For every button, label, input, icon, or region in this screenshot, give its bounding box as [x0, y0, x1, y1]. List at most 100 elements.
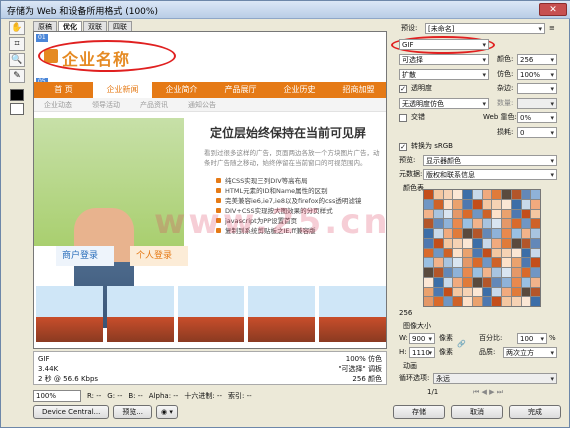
- personal-login-button[interactable]: 个人登录: [130, 246, 188, 266]
- color-swatch[interactable]: [463, 248, 472, 258]
- color-swatch[interactable]: [492, 277, 501, 287]
- color-swatch[interactable]: [511, 258, 521, 267]
- color-swatch[interactable]: [492, 238, 501, 248]
- color-swatch[interactable]: [521, 190, 531, 199]
- color-swatch[interactable]: [482, 238, 492, 248]
- loop-select[interactable]: 永远: [433, 373, 557, 384]
- color-swatch[interactable]: [424, 268, 433, 277]
- subnav-item[interactable]: 企业动态: [34, 98, 82, 111]
- color-swatch[interactable]: [463, 199, 472, 209]
- color-swatch[interactable]: [443, 229, 453, 238]
- color-swatch[interactable]: [453, 238, 462, 248]
- color-swatch[interactable]: [482, 190, 492, 199]
- color-swatch[interactable]: [443, 258, 453, 267]
- color-swatch[interactable]: [502, 219, 511, 228]
- color-swatch[interactable]: [492, 219, 501, 228]
- color-swatch[interactable]: [482, 199, 492, 209]
- color-swatch[interactable]: [424, 209, 433, 219]
- zoom-tool-icon[interactable]: 🔍: [9, 53, 25, 67]
- color-swatch[interactable]: [502, 229, 511, 238]
- color-swatch[interactable]: [453, 277, 462, 287]
- tab-4up[interactable]: 四联: [108, 21, 132, 31]
- preview-button[interactable]: 预览...: [113, 405, 153, 419]
- transparency-checkbox[interactable]: ✓: [399, 85, 407, 93]
- color-swatch[interactable]: [511, 248, 521, 258]
- quality-select[interactable]: 两次立方: [503, 347, 557, 358]
- color-swatch[interactable]: [502, 277, 511, 287]
- color-swatch[interactable]: [502, 268, 511, 277]
- color-swatch[interactable]: [492, 287, 501, 297]
- color-swatch[interactable]: [521, 258, 531, 267]
- color-swatch[interactable]: [463, 287, 472, 297]
- color-swatch[interactable]: [472, 268, 482, 277]
- format-select[interactable]: GIF: [399, 39, 489, 50]
- eyedropper-tool-icon[interactable]: ✎: [9, 69, 25, 83]
- nav-item-about[interactable]: 企业简介: [152, 82, 211, 98]
- tab-2up[interactable]: 双联: [83, 21, 107, 31]
- color-swatch[interactable]: [531, 258, 540, 267]
- color-swatch[interactable]: [433, 199, 443, 209]
- color-swatch[interactable]: [433, 248, 443, 258]
- nav-item-products[interactable]: 产品展厅: [211, 82, 270, 98]
- transparency-dither-select[interactable]: 无透明度仿色: [399, 98, 489, 109]
- color-swatch[interactable]: [531, 287, 540, 297]
- save-button[interactable]: 存储: [393, 405, 445, 419]
- width-input[interactable]: 900: [409, 333, 435, 344]
- color-swatch[interactable]: [424, 190, 433, 199]
- color-swatch[interactable]: [492, 297, 501, 306]
- playback-controls-icon[interactable]: ⏮ ◀ ▶ ⏭: [473, 387, 503, 398]
- color-swatch[interactable]: [502, 199, 511, 209]
- color-swatch[interactable]: [482, 219, 492, 228]
- eyedropper-color-swatch[interactable]: [10, 89, 24, 101]
- color-swatch[interactable]: [531, 238, 540, 248]
- color-swatch[interactable]: [443, 219, 453, 228]
- color-swatch[interactable]: [492, 209, 501, 219]
- color-swatch[interactable]: [424, 199, 433, 209]
- color-swatch[interactable]: [433, 287, 443, 297]
- color-swatch[interactable]: [531, 268, 540, 277]
- color-swatch[interactable]: [433, 258, 443, 267]
- color-swatch[interactable]: [531, 209, 540, 219]
- color-swatch[interactable]: [502, 297, 511, 306]
- matte-select[interactable]: [517, 83, 557, 94]
- interlaced-checkbox[interactable]: [399, 114, 407, 122]
- slice-select-tool-icon[interactable]: ⌗: [9, 37, 25, 51]
- color-swatch[interactable]: [443, 209, 453, 219]
- panel-menu-icon[interactable]: ≡: [549, 23, 555, 34]
- cancel-button[interactable]: 取消: [451, 405, 503, 419]
- color-swatch[interactable]: [443, 248, 453, 258]
- color-swatch[interactable]: [531, 199, 540, 209]
- color-swatch[interactable]: [521, 248, 531, 258]
- color-swatch[interactable]: [482, 229, 492, 238]
- color-swatch[interactable]: [433, 219, 443, 228]
- color-swatch[interactable]: [472, 229, 482, 238]
- color-swatch[interactable]: [424, 297, 433, 306]
- subnav-item[interactable]: 通知公告: [178, 98, 226, 111]
- done-button[interactable]: 完成: [509, 405, 561, 419]
- color-swatch[interactable]: [521, 277, 531, 287]
- color-swatch[interactable]: [453, 297, 462, 306]
- color-swatch[interactable]: [463, 238, 472, 248]
- color-swatch[interactable]: [521, 219, 531, 228]
- colors-select[interactable]: 256: [517, 54, 557, 65]
- color-swatch[interactable]: [531, 229, 540, 238]
- color-swatch[interactable]: [443, 190, 453, 199]
- color-swatch[interactable]: [482, 277, 492, 287]
- color-swatch[interactable]: [463, 190, 472, 199]
- color-swatch[interactable]: [531, 190, 540, 199]
- color-swatch[interactable]: [433, 209, 443, 219]
- color-swatch[interactable]: [521, 268, 531, 277]
- web-snap-select[interactable]: 0%: [517, 112, 557, 123]
- device-central-button[interactable]: Device Central...: [33, 405, 110, 419]
- color-swatch[interactable]: [511, 277, 521, 287]
- color-swatch[interactable]: [482, 248, 492, 258]
- color-swatch[interactable]: [443, 287, 453, 297]
- color-swatch[interactable]: [472, 297, 482, 306]
- color-swatch[interactable]: [472, 258, 482, 267]
- color-swatch[interactable]: [463, 268, 472, 277]
- color-swatch[interactable]: [502, 190, 511, 199]
- color-swatch[interactable]: [463, 297, 472, 306]
- merchant-login-button[interactable]: 商户登录: [56, 246, 114, 266]
- color-swatch[interactable]: [453, 199, 462, 209]
- color-swatch[interactable]: [502, 209, 511, 219]
